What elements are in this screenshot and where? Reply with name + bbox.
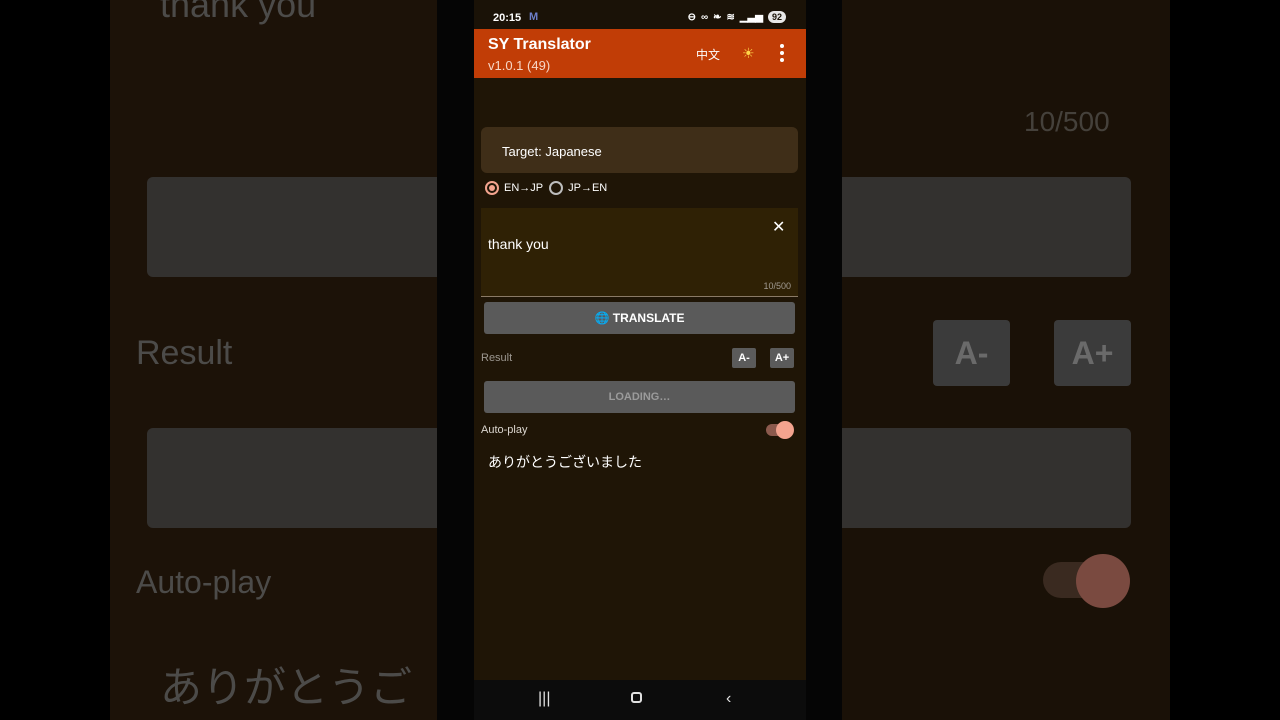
backdrop-toggle-knob (1076, 554, 1130, 608)
radio-en-jp-label[interactable]: EN→JP (504, 182, 543, 194)
app-version: v1.0.1 (49) (488, 58, 551, 73)
backdrop-counter: 10/500 (1024, 106, 1110, 137)
translate-button[interactable]: 🌐 TRANSLATE (484, 302, 795, 334)
backdrop-loading-right (806, 428, 1131, 528)
radio-en-jp[interactable] (485, 181, 499, 195)
result-text: ありがとうございました (488, 454, 642, 470)
home-icon[interactable] (631, 692, 642, 703)
leaf-icon: ❧ (713, 11, 722, 23)
wifi-icon: ≋ (726, 11, 735, 23)
more-options-icon[interactable] (780, 44, 784, 62)
recents-icon[interactable]: ||| (538, 690, 550, 708)
backdrop-loading (147, 428, 474, 528)
signal-icon: ▁▃▅ (739, 11, 763, 23)
autoplay-label: Auto-play (481, 424, 528, 436)
backdrop-result-text: ありがとうご (160, 664, 413, 711)
backdrop-autoplay-label: Auto-play (136, 564, 272, 600)
source-text-value[interactable]: thank you (488, 236, 549, 252)
back-icon[interactable]: ‹ (726, 690, 731, 708)
backdrop-shadow-left (437, 0, 474, 720)
direction-radio-group: EN→JP JP→EN (485, 181, 607, 195)
dnd-icon: ⊖ (687, 11, 696, 23)
app-title: SY Translator (488, 36, 591, 53)
battery-icon: 92 (767, 11, 786, 23)
backdrop-result-label: Result (136, 334, 233, 372)
backdrop-font-larger: A+ (1054, 320, 1131, 386)
backdrop-button (147, 177, 474, 277)
backdrop-shadow-right (806, 0, 842, 720)
target-language-dropdown[interactable]: Target: Japanese (481, 127, 798, 173)
backdrop-input-text: thank you (160, 0, 317, 25)
backdrop-left: thank you Result Auto-play ありがとうご (110, 0, 474, 720)
navigation-bar: ||| ‹ (474, 680, 806, 720)
backdrop-right: 10/500 A- A+ (806, 0, 1170, 720)
mail-icon: M (529, 11, 539, 23)
status-time: 20:15 (493, 12, 522, 24)
font-larger-button[interactable]: A+ (770, 348, 794, 368)
radio-jp-en-label[interactable]: JP→EN (568, 182, 607, 194)
app-bar: SY Translator v1.0.1 (49) 中文 ☀ (474, 29, 806, 78)
character-counter: 10/500 (763, 281, 791, 291)
loading-button[interactable]: LOADING… (484, 381, 795, 413)
status-icons: ⊖ ∞ ❧ ≋ ▁▃▅ 92 (688, 11, 786, 23)
target-language-label: Target: Japanese (502, 144, 602, 159)
sun-icon[interactable]: ☀ (742, 45, 755, 62)
backdrop-button-right (806, 177, 1131, 277)
link-icon: ∞ (700, 11, 709, 23)
source-text-input[interactable]: thank you ✕ 10/500 (481, 208, 798, 297)
result-label: Result (481, 352, 513, 364)
font-smaller-button[interactable]: A- (732, 348, 756, 368)
close-icon[interactable]: ✕ (772, 220, 785, 236)
autoplay-toggle[interactable] (766, 421, 794, 439)
radio-jp-en[interactable] (549, 181, 564, 195)
backdrop-font-smaller: A- (933, 320, 1010, 386)
language-toggle-button[interactable]: 中文 (696, 46, 720, 63)
status-bar: 20:15 M ⊖ ∞ ❧ ≋ ▁▃▅ 92 (474, 0, 806, 29)
autoplay-toggle-knob[interactable] (776, 421, 794, 439)
phone-screen: 20:15 M ⊖ ∞ ❧ ≋ ▁▃▅ 92 SY Translator v1.… (474, 0, 806, 720)
